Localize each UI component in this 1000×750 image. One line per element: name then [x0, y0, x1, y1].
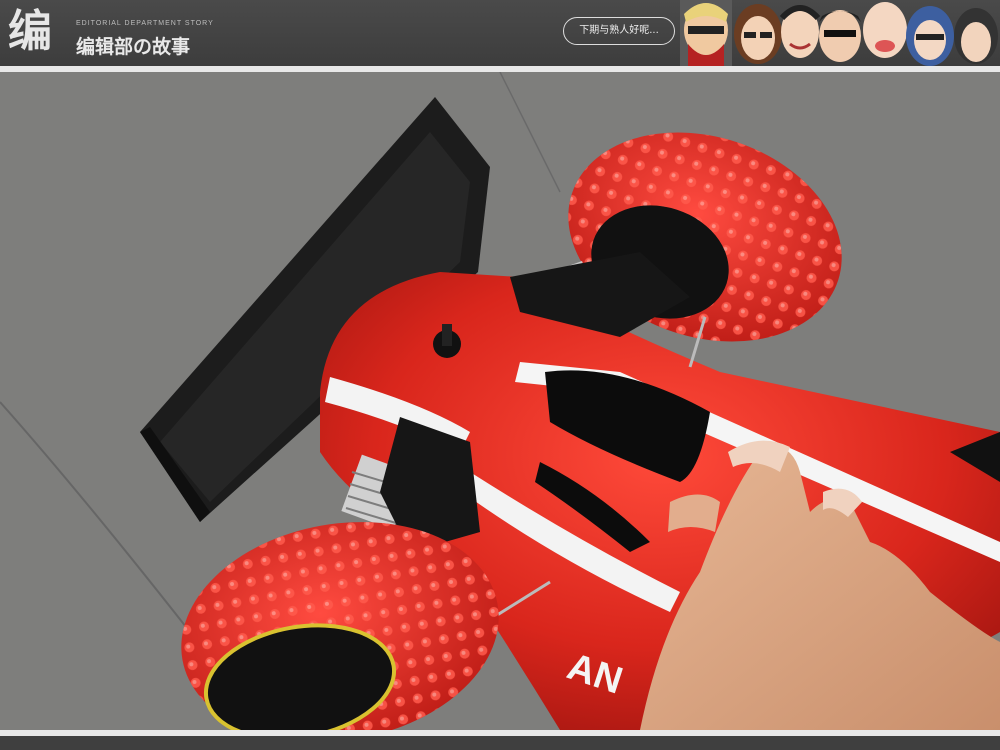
face-2-icon [734, 4, 782, 64]
face-1-icon [680, 0, 732, 66]
footer-bar [0, 736, 1000, 750]
rc-car-illustration: AN [0, 72, 1000, 730]
product-photo: AN [0, 72, 1000, 730]
face-3-icon [779, 5, 821, 58]
brand-chinese-name: 编辑部の故事 [76, 36, 191, 58]
site-header: 编 EDITORIAL DEPARTMENT STORY 编辑部の故事 下期与熟… [0, 0, 1000, 66]
cartoon-faces-banner [680, 0, 998, 66]
face-6-icon [906, 6, 954, 66]
face-5-icon [863, 2, 907, 58]
face-7-icon [954, 8, 998, 64]
brand-english-name: EDITORIAL DEPARTMENT STORY [76, 20, 214, 27]
speech-bubble: 下期与熟人好呢... [563, 17, 675, 45]
face-4-icon [819, 10, 861, 62]
site-logo: 编 [8, 6, 52, 57]
